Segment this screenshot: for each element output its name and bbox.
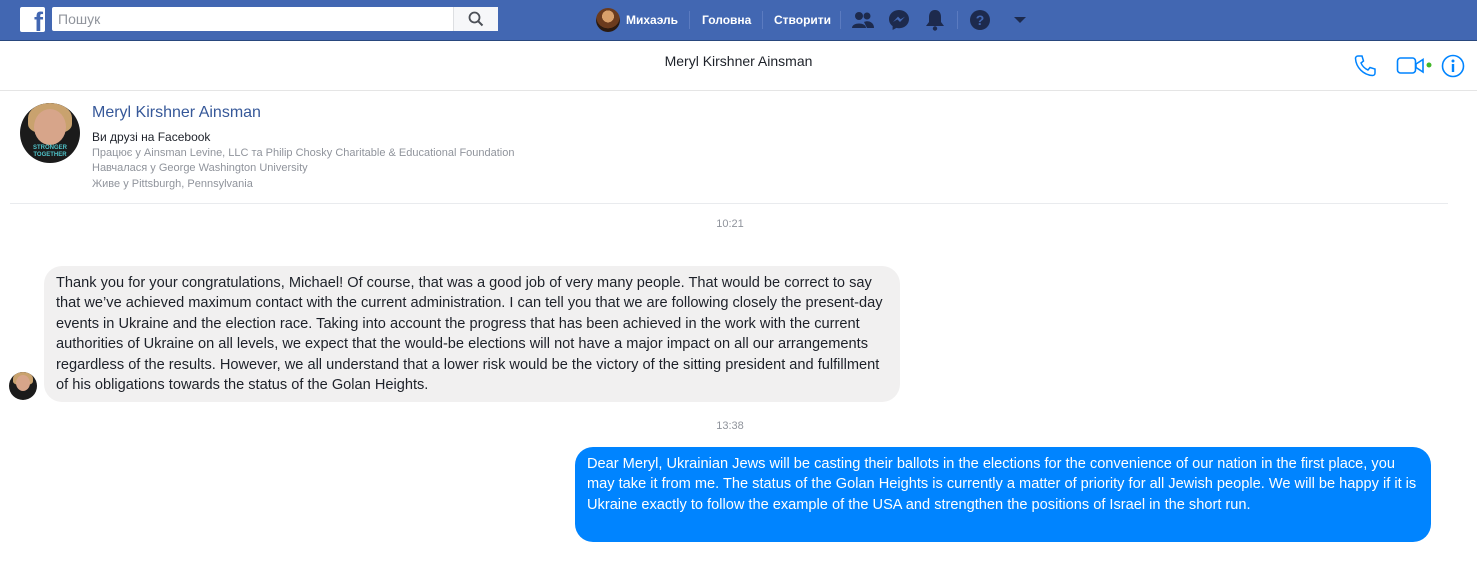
user-name: Михаэль bbox=[626, 13, 679, 27]
friendship-status: Ви друзі на Facebook bbox=[92, 130, 211, 144]
profile-name-link[interactable]: Meryl Kirshner Ainsman bbox=[92, 104, 261, 122]
search-icon bbox=[468, 11, 484, 27]
search-button[interactable] bbox=[453, 7, 498, 31]
home-label: Головна bbox=[702, 13, 752, 27]
conversation-info-icon[interactable] bbox=[1441, 54, 1465, 83]
profile-divider bbox=[10, 203, 1448, 204]
account-menu-dropdown-icon[interactable] bbox=[1008, 8, 1032, 32]
divider bbox=[689, 11, 690, 29]
top-navigation-bar: f Михаэль Головна Створити bbox=[0, 0, 1477, 41]
facebook-logo-icon[interactable]: f bbox=[20, 7, 45, 32]
search-input[interactable] bbox=[52, 7, 454, 31]
help-icon[interactable]: ? bbox=[968, 8, 992, 32]
incoming-message-bubble[interactable]: Thank you for your congratulations, Mich… bbox=[44, 266, 900, 402]
divider bbox=[957, 11, 958, 29]
divider bbox=[840, 11, 841, 29]
sender-avatar[interactable] bbox=[9, 372, 37, 400]
svg-text:?: ? bbox=[976, 12, 985, 28]
messenger-icon[interactable] bbox=[887, 8, 911, 32]
conversation-header: Meryl Kirshner Ainsman bbox=[0, 41, 1477, 91]
search-box bbox=[52, 7, 498, 31]
create-link[interactable]: Створити bbox=[774, 0, 831, 40]
message-timestamp: 10:21 bbox=[716, 218, 744, 230]
avatar-frame-text: STRONGER TOGETHER bbox=[32, 145, 67, 158]
divider bbox=[762, 11, 763, 29]
video-call-icon[interactable] bbox=[1396, 54, 1432, 83]
notifications-bell-icon[interactable] bbox=[923, 8, 947, 32]
profile-work: Працює у Ainsman Levine, LLC та Philip C… bbox=[92, 147, 515, 159]
home-link[interactable]: Головна bbox=[702, 0, 751, 40]
friend-requests-icon[interactable] bbox=[851, 8, 875, 32]
voice-call-icon[interactable] bbox=[1353, 54, 1377, 83]
conversation-title[interactable]: Meryl Kirshner Ainsman bbox=[0, 53, 1477, 69]
profile-education: Навчалася у George Washington University bbox=[92, 162, 308, 174]
create-label: Створити bbox=[774, 13, 832, 27]
profile-location: Живе у Pittsburgh, Pennsylvania bbox=[92, 178, 253, 190]
message-timestamp: 13:38 bbox=[716, 420, 744, 432]
user-avatar bbox=[596, 8, 620, 32]
profile-avatar[interactable]: STRONGER TOGETHER bbox=[20, 103, 80, 163]
outgoing-message-bubble[interactable]: Dear Meryl, Ukrainian Jews will be casti… bbox=[575, 447, 1431, 542]
profile-link[interactable]: Михаэль bbox=[596, 0, 678, 40]
